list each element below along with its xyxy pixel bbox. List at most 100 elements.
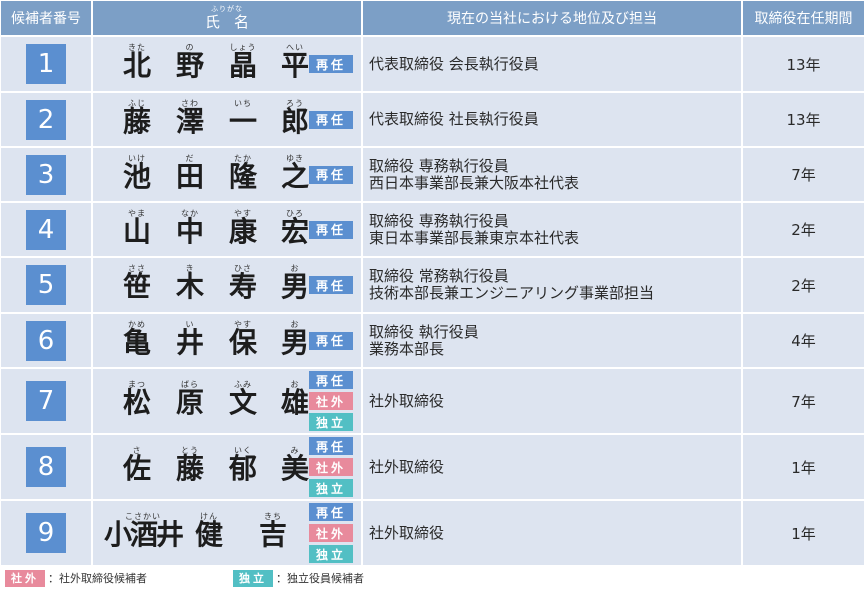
candidate-number-cell: 4 <box>1 203 91 256</box>
candidate-number: 4 <box>26 209 66 250</box>
candidate-position-cell: 取締役 専務執行役員 西日本事業部長兼大阪本社代表 <box>363 148 741 201</box>
candidate-position-cell: 取締役 専務執行役員 東日本事業部長兼東京本社代表 <box>363 203 741 256</box>
candidate-name-cell: やま山なか中やす康ひろ宏再任 <box>93 203 361 256</box>
reappoint-badge: 再任 <box>309 503 353 521</box>
candidate-position-cell: 社外取締役 <box>363 369 741 433</box>
position-line: 取締役 執行役員 <box>369 322 479 341</box>
position-line: 東日本事業部長兼東京本社代表 <box>369 228 580 247</box>
name-kanji: 文 <box>228 386 257 419</box>
candidate-name-cell: きた北の野しょう晶へい平再任 <box>93 37 361 91</box>
position-line: 代表取締役 社長執行役員 <box>369 110 539 128</box>
name-kanji: 小酒井 <box>103 518 184 551</box>
name-kanji: 澤 <box>175 104 204 138</box>
header-name-ruby: ふりがな <box>210 5 243 13</box>
outside-badge: 社外 <box>309 458 353 476</box>
reappoint-badge: 再任 <box>309 220 353 239</box>
header-number-label: 候補者番号 <box>11 11 81 27</box>
name-kanji: 木 <box>175 270 204 303</box>
header-position: 現在の当社における地位及び担当 <box>363 1 741 35</box>
candidate-years: 1年 <box>743 435 864 499</box>
candidate-years: 1年 <box>743 501 864 565</box>
reappoint-badge: 再任 <box>309 437 353 455</box>
candidate-row: 4 やま山なか中やす康ひろ宏再任 取締役 専務執行役員 東日本事業部長兼東京本社代表 2… <box>1 203 864 256</box>
name-kanji: 中 <box>175 214 204 248</box>
candidate-number-cell: 3 <box>1 148 91 201</box>
candidate-row: 7 まつ松ばら原ふみ文お雄再任 社外 独立 社外取締役 7年 <box>1 369 864 433</box>
name-kanji: 池 <box>122 159 151 193</box>
name-kanji: 吉 <box>258 518 287 551</box>
candidate-name-cell: いけ池だ田たか隆ゆき之再任 <box>93 148 361 201</box>
candidate-row: 8 さ佐とう藤いく郁み美再任 社外 独立 社外取締役 1年 <box>1 435 864 499</box>
name-kanji: 佐 <box>122 452 151 485</box>
candidate-badges: 再任 <box>309 314 353 367</box>
legend-outside-text: ：社外取締役候補者 <box>48 572 147 585</box>
candidate-number-cell: 5 <box>1 258 91 312</box>
candidate-position-cell: 代表取締役 会長執行役員 <box>363 37 741 91</box>
legend-outside-badge: 社外 <box>5 569 45 587</box>
candidate-row: 9 こさかい 小酒井 けん健きち吉再任 社外 独立 社外取締役 1年 <box>1 501 864 565</box>
name-kanji: 隆 <box>228 159 257 193</box>
name-kanji: 晶 <box>228 49 257 82</box>
candidate-badges: 再任 <box>309 93 353 146</box>
candidate-row: 5 ささ笹き木ひさ寿お男再任 取締役 常務執行役員 技術本部長兼エンジニアリング事業部… <box>1 258 864 312</box>
header-number: 候補者番号 <box>1 1 91 35</box>
reappoint-badge: 再任 <box>309 276 353 294</box>
candidate-badges: 再任 社外 独立 <box>309 369 353 433</box>
outside-badge: 社外 <box>309 392 353 410</box>
position-line: 取締役 専務執行役員 <box>369 211 509 230</box>
outside-badge: 社外 <box>309 524 353 542</box>
candidate-badges: 再任 社外 独立 <box>309 435 353 499</box>
candidate-number-cell: 7 <box>1 369 91 433</box>
candidate-name-cell: ふじ藤さわ澤いち一ろう郎再任 <box>93 93 361 146</box>
candidate-badges: 再任 <box>309 148 353 201</box>
name-kanji: 山 <box>122 214 151 248</box>
candidate-number: 9 <box>26 513 66 553</box>
candidate-number: 7 <box>26 381 66 421</box>
candidate-number-cell: 6 <box>1 314 91 367</box>
candidate-years: 7年 <box>743 369 864 433</box>
position-line: 社外取締役 <box>369 523 445 542</box>
candidate-number: 6 <box>26 320 66 361</box>
candidate-badges: 再任 <box>309 37 353 91</box>
candidate-badges: 再任 社外 独立 <box>309 501 353 565</box>
position-line: 代表取締役 会長執行役員 <box>369 54 539 73</box>
name-kanji: 一 <box>228 104 257 138</box>
header-name: ふりがな 氏名 <box>93 1 361 35</box>
name-kanji: 笹 <box>122 270 151 303</box>
candidate-years: 13年 <box>743 93 864 146</box>
candidate-years: 2年 <box>743 258 864 312</box>
reappoint-badge: 再任 <box>309 165 353 184</box>
name-kanji: 寿 <box>228 270 257 303</box>
candidate-row: 3 いけ池だ田たか隆ゆき之再任 取締役 専務執行役員 西日本事業部長兼大阪本社代表 7年 <box>1 148 864 201</box>
legend-independent-badge: 独立 <box>233 569 273 587</box>
candidate-name-cell: さ佐とう藤いく郁み美再任 社外 独立 <box>93 435 361 499</box>
independent-badge: 独立 <box>309 545 353 563</box>
name-kanji: 健 <box>194 518 223 551</box>
candidate-position-cell: 取締役 常務執行役員 技術本部長兼エンジニアリング事業部担当 <box>363 258 741 312</box>
independent-badge: 独立 <box>309 413 353 431</box>
candidate-number-cell: 8 <box>1 435 91 499</box>
position-line: 西日本事業部長兼大阪本社代表 <box>369 173 580 192</box>
candidate-number: 2 <box>26 99 66 140</box>
header-position-label: 現在の当社における地位及び担当 <box>447 11 657 27</box>
candidate-row: 6 かめ亀い井やす保お男再任 取締役 執行役員 業務本部長 4年 <box>1 314 864 367</box>
candidate-number: 8 <box>26 447 66 487</box>
position-line: 取締役 専務執行役員 <box>369 156 509 175</box>
name-kanji: 原 <box>175 386 204 419</box>
candidate-number: 1 <box>26 44 66 84</box>
name-kanji: 藤 <box>122 104 151 138</box>
name-kanji: 郁 <box>228 452 257 485</box>
candidate-position-cell: 取締役 執行役員 業務本部長 <box>363 314 741 367</box>
name-kanji: 田 <box>175 159 204 193</box>
candidate-name-cell: こさかい 小酒井 けん健きち吉再任 社外 独立 <box>93 501 361 565</box>
reappoint-badge: 再任 <box>309 331 353 350</box>
candidate-number: 3 <box>26 154 66 195</box>
header-years: 取締役在任期間 <box>743 1 864 35</box>
legend-outside: 社外 ：社外取締役候補者 <box>5 568 147 588</box>
position-line: 技術本部長兼エンジニアリング事業部担当 <box>369 284 655 302</box>
candidate-number: 5 <box>26 265 66 305</box>
reappoint-badge: 再任 <box>309 371 353 389</box>
legend-independent-text: ：独立役員候補者 <box>276 572 364 585</box>
candidate-years: 2年 <box>743 203 864 256</box>
position-line: 社外取締役 <box>369 391 445 410</box>
